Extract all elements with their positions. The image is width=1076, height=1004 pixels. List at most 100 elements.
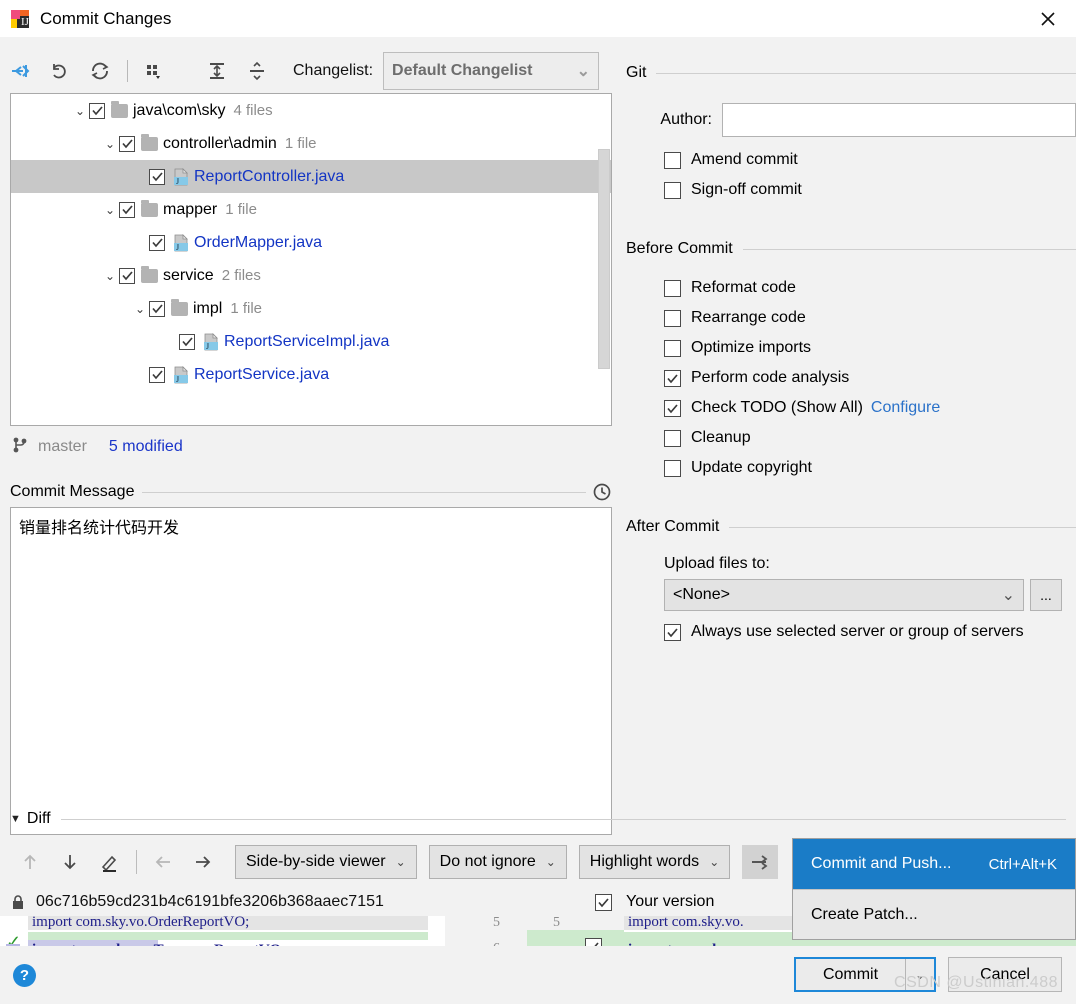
viewer-mode-dropdown[interactable]: Side-by-side viewer ⌄ bbox=[235, 845, 417, 879]
update-copyright-checkbox[interactable]: Update copyright bbox=[664, 453, 1076, 483]
expand-all-icon[interactable] bbox=[197, 54, 237, 88]
chevron-down-icon: ⌄ bbox=[396, 855, 406, 869]
java-file-icon: J bbox=[172, 366, 190, 384]
git-branch-icon bbox=[12, 436, 28, 458]
svg-text:J: J bbox=[176, 177, 179, 186]
create-patch-menu-item[interactable]: Create Patch... bbox=[793, 890, 1075, 940]
tree-row[interactable]: ⌄mapper1 file bbox=[11, 193, 611, 226]
check-todo-checkbox[interactable]: Check TODO (Show All)Configure bbox=[664, 393, 1076, 423]
sign-off-commit-checkbox[interactable]: Sign-off commit bbox=[664, 175, 1076, 205]
optimize-imports-checkbox[interactable]: Optimize imports bbox=[664, 333, 1076, 363]
collapse-selection-icon[interactable] bbox=[0, 54, 40, 88]
commit-message-label: Commit Message bbox=[10, 483, 142, 501]
before-commit-section-title: Before Commit bbox=[626, 240, 743, 258]
revision-sha: 06c716b59cd231b4c6191bfe3206b368aaec7151 bbox=[36, 893, 384, 911]
collapse-all-icon[interactable] bbox=[237, 54, 277, 88]
browse-servers-button[interactable]: ... bbox=[1030, 579, 1062, 611]
refresh-icon[interactable] bbox=[80, 54, 120, 88]
svg-text:J: J bbox=[206, 342, 209, 351]
chevron-down-icon[interactable]: ⌄ bbox=[71, 104, 89, 118]
tree-row-checkbox[interactable] bbox=[119, 268, 135, 284]
tree-row-checkbox[interactable] bbox=[119, 202, 135, 218]
previous-difference-icon[interactable] bbox=[10, 844, 50, 880]
chevron-down-icon[interactable]: ⌄ bbox=[101, 137, 119, 151]
tree-row[interactable]: ⌄impl1 file bbox=[11, 292, 611, 325]
viewer-mode-value: Side-by-side viewer bbox=[246, 853, 386, 871]
cleanup-checkbox[interactable]: Cleanup bbox=[664, 423, 1076, 453]
separator-line bbox=[61, 819, 1066, 820]
amend-commit-checkbox[interactable]: Amend commit bbox=[664, 145, 1076, 175]
help-button[interactable]: ? bbox=[13, 964, 36, 987]
revert-icon[interactable] bbox=[40, 54, 80, 88]
your-version-row[interactable]: Your version bbox=[595, 893, 714, 911]
reformat-code-checkbox[interactable]: Reformat code bbox=[664, 273, 1076, 303]
tree-row-count: 1 file bbox=[230, 300, 262, 317]
separator-line bbox=[142, 492, 586, 493]
commit-message-input[interactable]: 销量排名统计代码开发 bbox=[10, 507, 612, 835]
annotate-icon[interactable] bbox=[90, 844, 130, 880]
chevron-down-icon: ⌄ bbox=[709, 855, 719, 869]
git-section-header: Git bbox=[626, 63, 1076, 83]
highlight-mode-dropdown[interactable]: Highlight words ⌄ bbox=[579, 845, 730, 879]
accept-right-icon[interactable] bbox=[183, 844, 223, 880]
intellij-idea-icon: IJ bbox=[10, 9, 30, 29]
commit-options-popup-menu: Commit and Push... Ctrl+Alt+K Create Pat… bbox=[792, 838, 1076, 940]
tree-scrollbar[interactable] bbox=[598, 134, 610, 424]
create-patch-label: Create Patch... bbox=[811, 906, 918, 924]
changed-files-tree[interactable]: ⌄java\com\sky4 files⌄controller\admin1 f… bbox=[10, 93, 612, 426]
changes-toolbar: Changelist: Default Changelist ⌄ bbox=[0, 50, 620, 92]
tree-scrollbar-thumb[interactable] bbox=[598, 149, 610, 369]
changelist-label: Changelist: bbox=[293, 62, 373, 80]
rearrange-code-checkbox[interactable]: Rearrange code bbox=[664, 303, 1076, 333]
tree-row-checkbox[interactable] bbox=[149, 235, 165, 251]
diff-section-header[interactable]: ▼ Diff bbox=[10, 808, 1066, 830]
chevron-down-icon[interactable]: ⌄ bbox=[131, 302, 149, 316]
tree-row[interactable]: ⌄java\com\sky4 files bbox=[11, 94, 611, 127]
diff-section-title: Diff bbox=[27, 810, 61, 828]
collapse-unchanged-fragments-icon[interactable] bbox=[742, 845, 778, 879]
branch-name: master bbox=[38, 438, 87, 456]
group-by-icon[interactable] bbox=[135, 54, 175, 88]
line-number-left-1: 5 bbox=[493, 916, 500, 931]
svg-text:IJ: IJ bbox=[21, 16, 30, 28]
toolbar-divider bbox=[136, 850, 137, 874]
chevron-down-icon: ⌄ bbox=[1002, 585, 1015, 605]
tree-row-checkbox[interactable] bbox=[149, 367, 165, 383]
tree-row-checkbox[interactable] bbox=[89, 103, 105, 119]
chevron-down-icon[interactable]: ⌄ bbox=[101, 203, 119, 217]
clock-icon[interactable] bbox=[586, 482, 612, 502]
modified-count[interactable]: 5 modified bbox=[109, 438, 183, 456]
line-number-right-1: 5 bbox=[553, 916, 560, 931]
folder-icon bbox=[141, 137, 158, 151]
upload-server-dropdown[interactable]: <None> ⌄ bbox=[664, 579, 1024, 611]
window-title: Commit Changes bbox=[40, 9, 171, 29]
tree-row[interactable]: ⌄service2 files bbox=[11, 259, 611, 292]
checkbox-box bbox=[664, 400, 681, 417]
close-icon[interactable] bbox=[1020, 0, 1076, 37]
your-version-checkbox[interactable] bbox=[595, 894, 612, 911]
author-field[interactable] bbox=[722, 103, 1076, 137]
configure-link[interactable]: Configure bbox=[871, 399, 940, 417]
separator-line bbox=[656, 73, 1076, 74]
commit-button[interactable]: Commit bbox=[796, 959, 905, 990]
tree-row[interactable]: JReportController.java bbox=[11, 160, 611, 193]
checkbox-label: Cleanup bbox=[691, 429, 751, 447]
always-use-server-checkbox[interactable]: Always use selected server or group of s… bbox=[664, 617, 1076, 647]
checkbox-label: Reformat code bbox=[691, 279, 796, 297]
tree-row[interactable]: ⌄controller\admin1 file bbox=[11, 127, 611, 160]
chevron-down-icon[interactable]: ⌄ bbox=[101, 269, 119, 283]
tree-row-checkbox[interactable] bbox=[149, 169, 165, 185]
tree-row-checkbox[interactable] bbox=[179, 334, 195, 350]
ignore-mode-dropdown[interactable]: Do not ignore ⌄ bbox=[429, 845, 567, 879]
next-difference-icon[interactable] bbox=[50, 844, 90, 880]
tree-row[interactable]: JReportServiceImpl.java bbox=[11, 325, 611, 358]
tree-row[interactable]: JReportService.java bbox=[11, 358, 611, 391]
tree-row-checkbox[interactable] bbox=[119, 136, 135, 152]
tree-row-checkbox[interactable] bbox=[149, 301, 165, 317]
commit-and-push-menu-item[interactable]: Commit and Push... Ctrl+Alt+K bbox=[793, 839, 1075, 889]
tree-row[interactable]: JOrderMapper.java bbox=[11, 226, 611, 259]
diff-right-line-1: import com.sky.vo. bbox=[628, 916, 744, 931]
perform-code-analysis-checkbox[interactable]: Perform code analysis bbox=[664, 363, 1076, 393]
changelist-dropdown[interactable]: Default Changelist ⌄ bbox=[383, 52, 599, 90]
accept-left-icon[interactable] bbox=[143, 844, 183, 880]
